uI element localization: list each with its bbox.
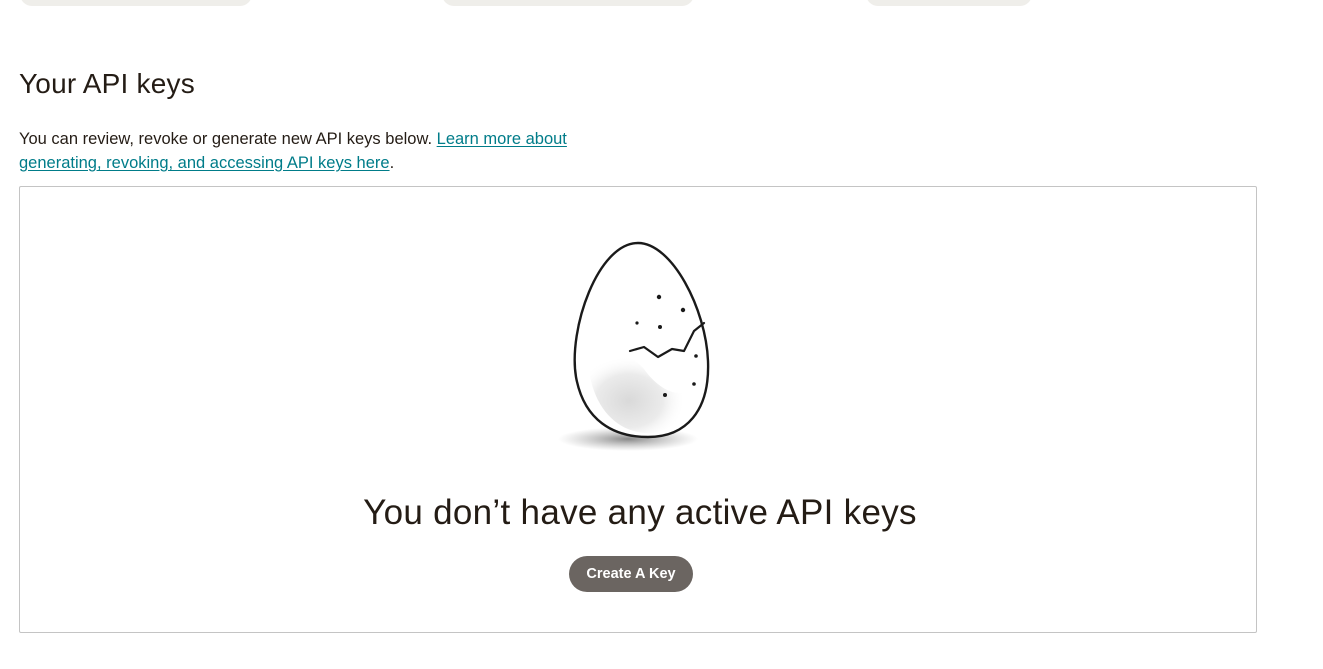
top-tab-2[interactable] [442, 0, 694, 6]
section-title: Your API keys [19, 68, 195, 99]
top-tab-1[interactable] [20, 0, 252, 6]
intro-text: You can review, revoke or generate new A… [19, 127, 619, 175]
top-tab-3[interactable] [866, 0, 1032, 6]
intro-period: . [389, 154, 395, 172]
empty-state-title: You don’t have any active API keys [363, 493, 917, 532]
intro-description: You can review, revoke or generate new A… [19, 130, 437, 148]
create-key-button[interactable]: Create A Key [569, 556, 693, 592]
api-keys-empty-card: You don’t have any active API keys Creat… [19, 186, 1257, 633]
cracked-egg-illustration [558, 241, 710, 451]
top-tab-strip [0, 0, 1323, 8]
